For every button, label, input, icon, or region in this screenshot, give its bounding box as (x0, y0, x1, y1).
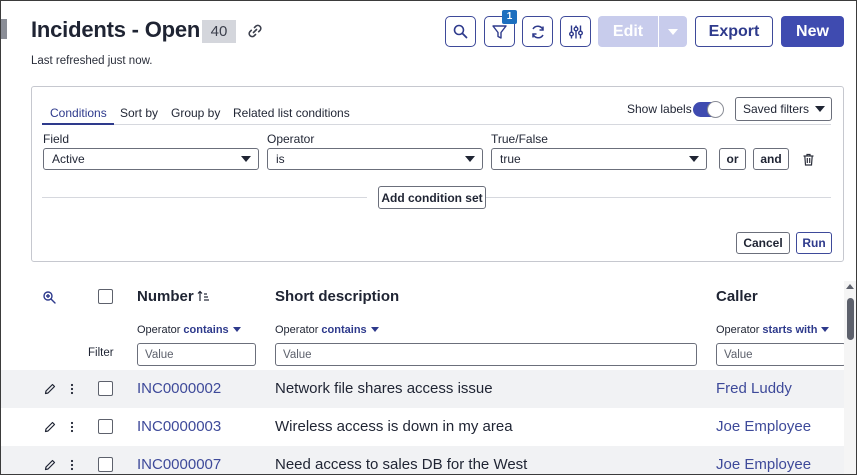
field-select-value: Active (52, 152, 85, 166)
incident-number-link[interactable]: INC0000007 (137, 456, 221, 473)
chevron-down-icon (689, 156, 699, 162)
caller-link[interactable]: Fred Luddy (716, 380, 792, 397)
operator-select[interactable]: is (267, 148, 483, 170)
list-settings-button[interactable] (560, 16, 591, 47)
column-header-short-description[interactable]: Short description (275, 288, 399, 305)
saved-filters-select[interactable]: Saved filters (735, 97, 832, 121)
operator-label: Operator (267, 132, 315, 146)
caller-operator[interactable]: Operator starts with (716, 324, 830, 336)
table-row[interactable]: INC0000007 Need access to sales DB for t… (1, 446, 844, 474)
add-condition-set-button[interactable]: Add condition set (378, 186, 486, 209)
search-icon (453, 24, 468, 39)
short-description-cell: Wireless access is down in my area (275, 418, 513, 435)
page-title: Incidents - Open (31, 17, 201, 42)
last-refreshed-text: Last refreshed just now. (31, 55, 153, 67)
chevron-down-icon (465, 156, 475, 162)
operator-word: Operator (137, 324, 181, 336)
run-button[interactable]: Run (796, 232, 832, 254)
search-button[interactable] (445, 16, 476, 47)
filter-count-badge: 1 (502, 10, 517, 24)
scrollbar-thumb[interactable] (847, 298, 854, 340)
more-actions-icon[interactable] (70, 382, 74, 396)
operator-word: Operator (275, 324, 319, 336)
desc-filter-input[interactable] (275, 343, 697, 366)
and-button[interactable]: and (753, 148, 789, 170)
link-icon[interactable] (246, 22, 264, 40)
divider-right (486, 197, 831, 198)
scroll-up-arrow-icon[interactable] (846, 284, 854, 289)
refresh-button[interactable] (522, 16, 553, 47)
incident-number-link[interactable]: INC0000003 (137, 418, 221, 435)
pencil-icon[interactable] (44, 421, 56, 433)
row-checkbox[interactable] (98, 419, 113, 434)
divider-left (42, 197, 367, 198)
chevron-down-icon (232, 327, 241, 332)
select-all-checkbox[interactable] (98, 289, 113, 304)
number-filter-input[interactable] (137, 343, 256, 366)
active-tab-indicator (42, 123, 114, 125)
side-panel-tab[interactable] (1, 19, 7, 39)
tab-group-by[interactable]: Group by (171, 106, 220, 120)
table-row[interactable]: INC0000003 Wireless access is down in my… (1, 408, 844, 446)
saved-filters-label: Saved filters (743, 102, 810, 116)
show-labels-toggle[interactable] (693, 101, 724, 118)
field-label: Field (43, 132, 70, 146)
sort-ascending-icon[interactable] (197, 290, 209, 302)
operator-select-value: is (276, 152, 285, 166)
record-count-badge: 40 (202, 20, 236, 43)
row-checkbox[interactable] (98, 457, 113, 472)
short-description-cell: Need access to sales DB for the West (275, 456, 528, 473)
number-operator-value: contains (183, 324, 229, 336)
caller-link[interactable]: Joe Employee (716, 456, 811, 473)
pencil-icon[interactable] (44, 383, 56, 395)
column-header-number[interactable]: Number (137, 288, 194, 305)
incident-number-link[interactable]: INC0000002 (137, 380, 221, 397)
caller-link[interactable]: Joe Employee (716, 418, 811, 435)
new-button[interactable]: New (781, 16, 844, 47)
chevron-down-icon (370, 327, 379, 332)
more-actions-icon[interactable] (70, 420, 74, 434)
refresh-icon (531, 24, 544, 39)
edit-dropdown-button[interactable] (659, 16, 687, 47)
value-select[interactable]: true (491, 148, 707, 170)
operator-word: Operator (716, 324, 760, 336)
personalize-list-icon[interactable] (42, 290, 56, 304)
filter-row-label: Filter (88, 347, 114, 359)
tab-sort-by[interactable]: Sort by (120, 106, 158, 120)
settings-sliders-icon (568, 25, 583, 38)
show-labels-label: Show labels (627, 102, 692, 116)
caller-filter-input[interactable] (716, 343, 846, 366)
value-select-value: true (500, 152, 521, 166)
field-select[interactable]: Active (43, 148, 259, 170)
tab-related-list-conditions[interactable]: Related list conditions (233, 106, 350, 120)
toggle-knob (707, 101, 724, 118)
column-header-caller[interactable]: Caller (716, 288, 758, 305)
or-button[interactable]: or (719, 148, 746, 170)
caller-operator-value: starts with (762, 324, 818, 336)
value-label: True/False (491, 132, 548, 146)
number-operator[interactable]: Operator contains (137, 324, 241, 336)
tab-divider (42, 124, 831, 125)
pencil-icon[interactable] (44, 459, 56, 471)
chevron-down-icon (668, 28, 678, 35)
trash-icon[interactable] (802, 153, 815, 166)
chevron-down-icon (821, 327, 830, 332)
filter-icon (492, 24, 507, 39)
desc-operator[interactable]: Operator contains (275, 324, 379, 336)
chevron-down-icon (241, 156, 251, 162)
chevron-down-icon (815, 106, 825, 112)
short-description-cell: Network file shares access issue (275, 380, 493, 397)
edit-button[interactable]: Edit (598, 16, 658, 47)
row-checkbox[interactable] (98, 381, 113, 396)
tab-conditions[interactable]: Conditions (50, 106, 107, 120)
app-frame: Incidents - Open 40 Last refreshed just … (0, 0, 857, 475)
export-button[interactable]: Export (695, 16, 773, 47)
condition-builder-panel: Conditions Sort by Group by Related list… (31, 86, 844, 262)
desc-operator-value: contains (321, 324, 367, 336)
cancel-button[interactable]: Cancel (736, 232, 790, 254)
more-actions-icon[interactable] (70, 458, 74, 472)
table-row[interactable]: INC0000002 Network file shares access is… (1, 370, 844, 408)
